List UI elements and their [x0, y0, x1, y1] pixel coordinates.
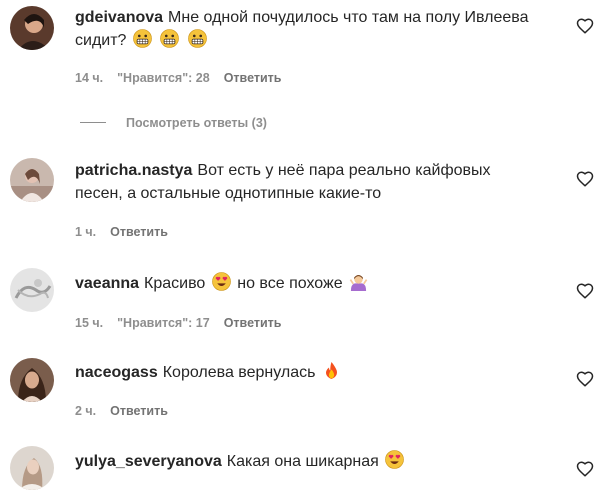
avatar[interactable]: [10, 358, 54, 402]
avatar[interactable]: [10, 268, 54, 312]
like-label: "Нравится": [117, 316, 189, 330]
comment-time: 1 ч.: [75, 225, 97, 239]
comment-meta: 2 ч. Ответить: [75, 404, 182, 418]
comment-meta: 1 ч. Ответить: [75, 225, 182, 239]
heart-eyes-face-emoji: [379, 450, 406, 470]
username[interactable]: naceogass: [75, 364, 158, 381]
replies-divider: [80, 122, 106, 123]
avatar[interactable]: [10, 6, 54, 50]
grimacing-face-emoji: [186, 29, 209, 49]
username[interactable]: yulya_severyanova: [75, 453, 222, 470]
heart-icon[interactable]: [576, 460, 594, 478]
view-replies-button[interactable]: Посмотреть ответы (3): [80, 116, 267, 130]
like-count[interactable]: "Нравится": 28: [117, 71, 210, 85]
like-count-value: 28: [195, 71, 210, 85]
comment-time: 2 ч.: [75, 404, 97, 418]
reply-button[interactable]: Ответить: [110, 404, 168, 418]
view-replies-label: Посмотреть ответы (3): [126, 116, 267, 130]
username[interactable]: patricha.nastya: [75, 162, 192, 179]
person-shrugging-emoji: [347, 275, 370, 292]
comment-text: Красиво: [144, 275, 206, 292]
fire-emoji: [320, 361, 343, 381]
heart-eyes-face-emoji: [210, 272, 237, 292]
like-count[interactable]: "Нравится": 17: [117, 316, 210, 330]
heart-icon[interactable]: [576, 282, 594, 300]
comment-time: 14 ч.: [75, 71, 104, 85]
avatar[interactable]: [10, 446, 54, 490]
comment-meta: 14 ч. "Нравится": 28 Ответить: [75, 71, 295, 85]
username[interactable]: gdeivanova: [75, 9, 163, 26]
comment-time: 15 ч.: [75, 316, 104, 330]
heart-icon[interactable]: [576, 17, 594, 35]
grimacing-face-emoji: [158, 29, 185, 49]
reply-button[interactable]: Ответить: [224, 71, 282, 85]
reply-button[interactable]: Ответить: [224, 316, 282, 330]
comment-text: Королева вернулась: [162, 364, 316, 381]
grimacing-face-emoji: [131, 29, 158, 49]
reply-button[interactable]: Ответить: [110, 225, 168, 239]
like-count-value: 17: [195, 316, 210, 330]
username[interactable]: vaeanna: [75, 275, 139, 292]
heart-icon[interactable]: [576, 170, 594, 188]
comment-meta: 15 ч. "Нравится": 17 Ответить: [75, 316, 295, 330]
heart-icon[interactable]: [576, 370, 594, 388]
avatar[interactable]: [10, 158, 54, 202]
comment-text: но все похоже: [237, 275, 343, 292]
like-label: "Нравится": [117, 71, 189, 85]
comment-text: Какая она шикарная: [226, 453, 379, 470]
